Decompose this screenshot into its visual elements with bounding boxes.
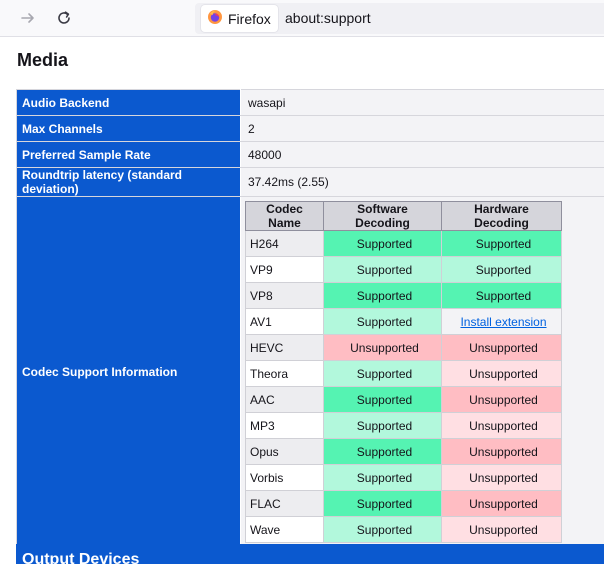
- codec-name: Wave: [245, 516, 324, 543]
- firefox-logo-icon: [207, 9, 223, 28]
- forward-button[interactable]: [15, 5, 41, 31]
- hardware-decoding-status: Supported: [441, 282, 562, 309]
- software-decoding-status: Supported: [323, 490, 442, 517]
- media-info-table: Audio Backend wasapi Max Channels 2 Pref…: [16, 89, 604, 547]
- codec-name: H264: [245, 230, 324, 257]
- software-decoding-status: Supported: [323, 516, 442, 543]
- hardware-decoding-status: Unsupported: [441, 412, 562, 439]
- media-row-codec-support: Codec Support Information Codec Name Sof…: [16, 196, 604, 547]
- section-heading-output-devices: Output Devices: [16, 544, 604, 564]
- arrow-right-icon: [20, 10, 36, 26]
- codec-cell: Codec Name Software Decoding Hardware De…: [240, 196, 604, 547]
- row-label: Roundtrip latency (standard deviation): [16, 167, 241, 197]
- codec-name: AV1: [245, 308, 324, 335]
- codec-row-hevc: HEVC Unsupported Unsupported: [245, 334, 562, 361]
- media-row-audio-backend: Audio Backend wasapi: [16, 89, 604, 116]
- codec-name: Vorbis: [245, 464, 324, 491]
- codec-name: VP8: [245, 282, 324, 309]
- codec-name: FLAC: [245, 490, 324, 517]
- hardware-decoding-status: Supported: [441, 230, 562, 257]
- hardware-decoding-status: Unsupported: [441, 438, 562, 465]
- browser-toolbar: Firefox about:support: [0, 0, 604, 37]
- row-value: 48000: [240, 141, 604, 168]
- row-label: Audio Backend: [16, 89, 241, 116]
- software-decoding-status: Supported: [323, 464, 442, 491]
- codec-name: Opus: [245, 438, 324, 465]
- hardware-decoding-status: Unsupported: [441, 360, 562, 387]
- column-header-hardware-decoding: Hardware Decoding: [441, 201, 562, 231]
- software-decoding-status: Supported: [323, 412, 442, 439]
- codec-row-h264: H264 Supported Supported: [245, 230, 562, 257]
- codec-row-flac: FLAC Supported Unsupported: [245, 490, 562, 517]
- software-decoding-status: Supported: [323, 230, 442, 257]
- reload-button[interactable]: [51, 5, 77, 31]
- software-decoding-status: Supported: [323, 360, 442, 387]
- codec-row-mp3: MP3 Supported Unsupported: [245, 412, 562, 439]
- identity-label: Firefox: [228, 10, 271, 27]
- software-decoding-status: Supported: [323, 256, 442, 283]
- row-value: 2: [240, 115, 604, 142]
- software-decoding-status: Supported: [323, 438, 442, 465]
- codec-header-row: Codec Name Software Decoding Hardware De…: [245, 201, 562, 231]
- url-text[interactable]: about:support: [285, 10, 371, 26]
- hardware-decoding-status: Unsupported: [441, 386, 562, 413]
- codec-row-av1: AV1 Supported Install extension: [245, 308, 562, 335]
- software-decoding-status: Supported: [323, 282, 442, 309]
- codec-row-wave: Wave Supported Unsupported: [245, 516, 562, 543]
- codec-row-aac: AAC Supported Unsupported: [245, 386, 562, 413]
- codec-row-vp9: VP9 Supported Supported: [245, 256, 562, 283]
- hardware-decoding-status: Unsupported: [441, 464, 562, 491]
- hardware-decoding-status: Unsupported: [441, 490, 562, 517]
- reload-icon: [56, 10, 72, 26]
- codec-row-theora: Theora Supported Unsupported: [245, 360, 562, 387]
- codec-name: HEVC: [245, 334, 324, 361]
- codec-row-vp8: VP8 Supported Supported: [245, 282, 562, 309]
- hardware-decoding-status: Unsupported: [441, 516, 562, 543]
- software-decoding-status: Supported: [323, 386, 442, 413]
- install-extension-link[interactable]: Install extension: [460, 315, 546, 329]
- row-label: Codec Support Information: [16, 196, 241, 547]
- row-label: Preferred Sample Rate: [16, 141, 241, 168]
- url-bar[interactable]: Firefox about:support: [195, 3, 604, 34]
- codec-name: VP9: [245, 256, 324, 283]
- software-decoding-status: Supported: [323, 308, 442, 335]
- column-header-software-decoding: Software Decoding: [323, 201, 442, 231]
- media-row-max-channels: Max Channels 2: [16, 115, 604, 142]
- media-row-sample-rate: Preferred Sample Rate 48000: [16, 141, 604, 168]
- hardware-decoding-status: Supported: [441, 256, 562, 283]
- codec-name: Theora: [245, 360, 324, 387]
- row-value: 37.42ms (2.55): [240, 167, 604, 197]
- row-value: wasapi: [240, 89, 604, 116]
- page-title: Media: [17, 50, 69, 70]
- column-header-codec-name: Codec Name: [245, 201, 324, 231]
- media-row-roundtrip-latency: Roundtrip latency (standard deviation) 3…: [16, 167, 604, 197]
- codec-row-opus: Opus Supported Unsupported: [245, 438, 562, 465]
- codec-name: MP3: [245, 412, 324, 439]
- codec-row-vorbis: Vorbis Supported Unsupported: [245, 464, 562, 491]
- codec-name: AAC: [245, 386, 324, 413]
- software-decoding-status: Unsupported: [323, 334, 442, 361]
- row-label: Max Channels: [16, 115, 241, 142]
- hardware-decoding-status: Install extension: [441, 308, 562, 335]
- identity-box[interactable]: Firefox: [201, 5, 278, 32]
- codec-table: Codec Name Software Decoding Hardware De…: [245, 201, 562, 543]
- hardware-decoding-status: Unsupported: [441, 334, 562, 361]
